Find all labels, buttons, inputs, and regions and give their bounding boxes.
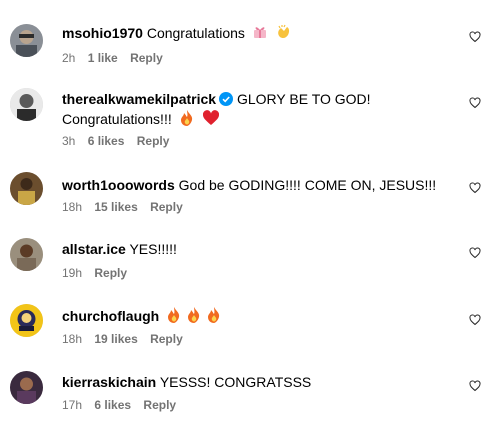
comment-time: 2h (62, 51, 76, 65)
comment-meta: 19h Reply (62, 266, 136, 280)
comment-time: 18h (62, 200, 83, 214)
comment-time: 19h (62, 266, 83, 280)
clapping-hands-emoji (275, 23, 293, 41)
likes-count[interactable]: 6 likes (88, 134, 125, 148)
comment-meta: 17h 6 likes Reply (62, 398, 185, 412)
fire-emoji (178, 109, 196, 127)
comment-time: 3h (62, 134, 76, 148)
comment-body: churchoflaugh (62, 306, 453, 326)
like-heart-icon[interactable] (469, 247, 481, 259)
reply-button[interactable]: Reply (130, 51, 163, 65)
comment-body: kierraskichain YESSS! CONGRATSSS (62, 373, 453, 392)
red-heart-emoji (202, 109, 220, 127)
comment-body: worth1ooowords God be GODING!!!! COME ON… (62, 176, 453, 195)
fire-emoji (165, 306, 183, 324)
comment-text-line-2: Congratulations!!! (62, 111, 172, 127)
comment-body: msohio1970 Congratulations (62, 23, 453, 43)
comment-username[interactable]: therealkwamekilpatrick (62, 91, 216, 107)
comment-username[interactable]: worth1ooowords (62, 177, 175, 193)
likes-count[interactable]: 6 likes (94, 398, 131, 412)
likes-count[interactable]: 1 like (88, 51, 118, 65)
avatar[interactable] (10, 371, 43, 404)
comment-time: 18h (62, 332, 83, 346)
comment-meta: 18h 15 likes Reply (62, 200, 192, 214)
like-heart-icon[interactable] (469, 182, 481, 194)
avatar[interactable] (10, 304, 43, 337)
like-heart-icon[interactable] (469, 380, 481, 392)
avatar[interactable] (10, 172, 43, 205)
avatar[interactable] (10, 88, 43, 121)
reply-button[interactable]: Reply (143, 398, 176, 412)
comment-username[interactable]: msohio1970 (62, 25, 143, 41)
comment-text: GLORY BE TO GOD! (236, 91, 371, 107)
comment-text: God be GODING!!!! COME ON, JESUS!!! (178, 177, 437, 193)
fire-emoji (205, 306, 223, 324)
comment-text: YESSS! CONGRATSSS (159, 374, 312, 390)
likes-count[interactable]: 15 likes (94, 200, 137, 214)
avatar[interactable] (10, 24, 43, 57)
comment-username[interactable]: churchoflaugh (62, 308, 159, 324)
comment-meta: 18h 19 likes Reply (62, 332, 192, 346)
reply-button[interactable]: Reply (137, 134, 170, 148)
fire-emoji (185, 306, 203, 324)
like-heart-icon[interactable] (469, 314, 481, 326)
comment-meta: 3h 6 likes Reply (62, 134, 178, 148)
likes-count[interactable]: 19 likes (94, 332, 137, 346)
reply-button[interactable]: Reply (150, 332, 183, 346)
comment-text: Congratulations (146, 25, 245, 41)
comment-body: allstar.ice YES!!!!! (62, 240, 453, 259)
ribbon-emoji (251, 23, 269, 41)
comment-text: YES!!!!! (129, 241, 177, 257)
like-heart-icon[interactable] (469, 97, 481, 109)
reply-button[interactable]: Reply (150, 200, 183, 214)
avatar[interactable] (10, 238, 43, 271)
comment-body: therealkwamekilpatrick GLORY BE TO GOD! … (62, 90, 453, 129)
comment-time: 17h (62, 398, 83, 412)
comment-username[interactable]: allstar.ice (62, 241, 126, 257)
like-heart-icon[interactable] (469, 31, 481, 43)
verified-badge-icon (219, 92, 234, 106)
comment-meta: 2h 1 like Reply (62, 51, 172, 65)
comment-username[interactable]: kierraskichain (62, 374, 156, 390)
reply-button[interactable]: Reply (94, 266, 127, 280)
